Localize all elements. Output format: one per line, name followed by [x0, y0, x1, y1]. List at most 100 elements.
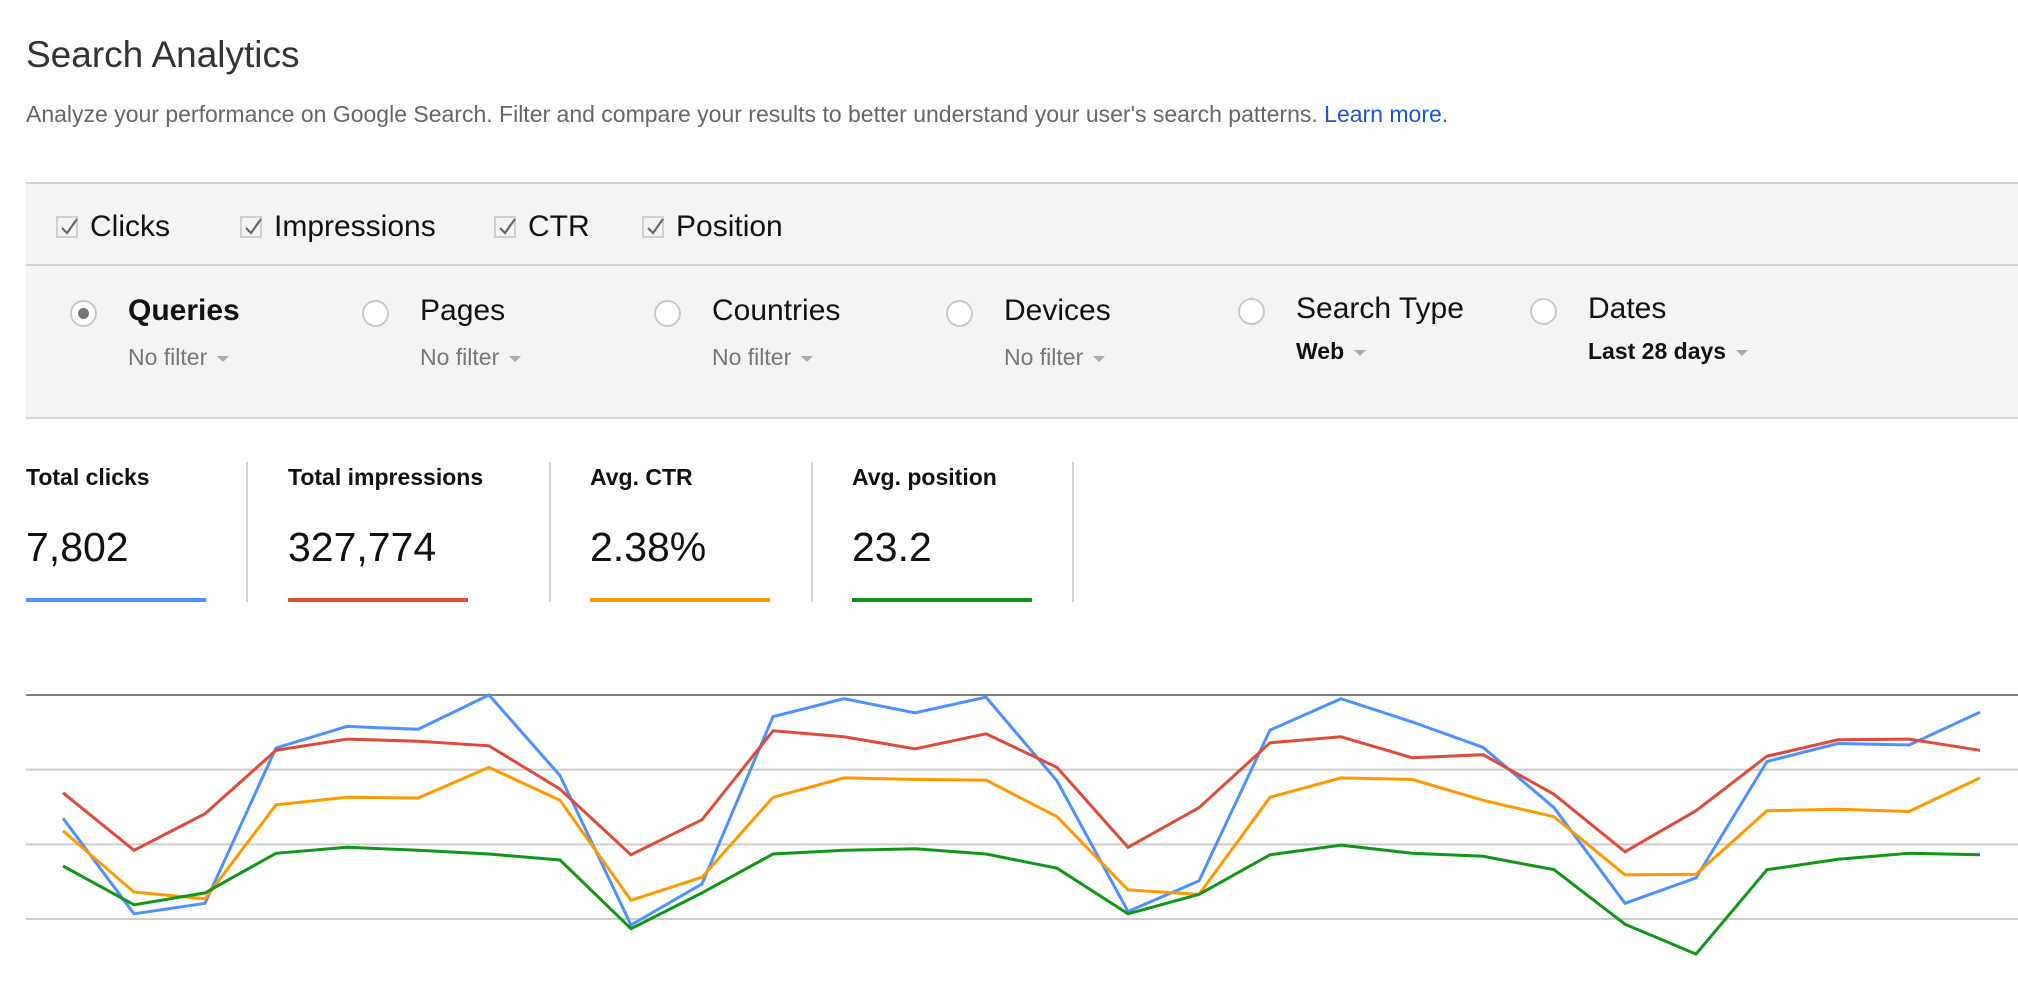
data-point-clicks[interactable] [1619, 897, 1631, 909]
filter-dropdown[interactable]: No filter [712, 344, 814, 371]
data-point-ctr[interactable] [1406, 773, 1418, 785]
data-point-position[interactable] [1974, 849, 1986, 861]
data-point-impressions[interactable] [199, 808, 211, 820]
data-point-impressions[interactable] [909, 743, 921, 755]
summary-total-impressions[interactable]: Total impressions 327,774 [288, 460, 483, 603]
data-point-clicks[interactable] [1264, 724, 1276, 736]
data-point-position[interactable] [1406, 847, 1418, 859]
dimension-label[interactable]: Dates [1588, 292, 1666, 326]
data-point-ctr[interactable] [625, 894, 637, 906]
data-point-impressions[interactable] [128, 844, 140, 856]
data-point-position[interactable] [1832, 853, 1844, 865]
filter-dropdown[interactable]: No filter [1004, 344, 1106, 371]
radio-icon[interactable] [1530, 298, 1557, 325]
data-point-position[interactable] [199, 887, 211, 899]
data-point-impressions[interactable] [412, 735, 424, 747]
data-point-ctr[interactable] [980, 774, 992, 786]
data-point-clicks[interactable] [412, 723, 424, 735]
data-point-ctr[interactable] [1903, 806, 1915, 818]
dimension-label[interactable]: Search Type [1296, 292, 1464, 326]
checkbox-checked-icon[interactable] [240, 216, 262, 238]
data-point-ctr[interactable] [1335, 772, 1347, 784]
data-point-ctr[interactable] [838, 772, 850, 784]
data-point-position[interactable] [838, 844, 850, 856]
radio-icon[interactable] [654, 300, 681, 327]
data-point-impressions[interactable] [1761, 750, 1773, 762]
data-point-position[interactable] [412, 844, 424, 856]
data-point-clicks[interactable] [1051, 775, 1063, 787]
data-point-impressions[interactable] [341, 733, 353, 745]
data-point-impressions[interactable] [1406, 752, 1418, 764]
checkbox-checked-icon[interactable] [642, 216, 664, 238]
data-point-position[interactable] [1335, 839, 1347, 851]
data-point-ctr[interactable] [412, 792, 424, 804]
data-point-ctr[interactable] [128, 886, 140, 898]
series-line-position[interactable] [62, 843, 1981, 956]
data-point-position[interactable] [1761, 864, 1773, 876]
data-point-clicks[interactable] [483, 689, 495, 701]
data-point-clicks[interactable] [980, 691, 992, 703]
data-point-impressions[interactable] [1264, 737, 1276, 749]
radio-icon[interactable] [1238, 298, 1265, 325]
data-point-impressions[interactable] [1690, 805, 1702, 817]
data-point-position[interactable] [1193, 888, 1205, 900]
data-point-impressions[interactable] [1903, 733, 1915, 745]
data-point-position[interactable] [1903, 847, 1915, 859]
dimension-label[interactable]: Pages [420, 294, 505, 328]
checkbox-checked-icon[interactable] [494, 216, 516, 238]
data-point-impressions[interactable] [1335, 731, 1347, 743]
data-point-ctr[interactable] [1974, 772, 1986, 784]
data-point-clicks[interactable] [1193, 875, 1205, 887]
data-point-position[interactable] [1051, 862, 1063, 874]
dimension-label[interactable]: Queries [128, 294, 240, 328]
summary-avg-ctr[interactable]: Avg. CTR 2.38% [590, 460, 770, 603]
data-point-position[interactable] [625, 923, 637, 935]
data-point-impressions[interactable] [1619, 846, 1631, 858]
data-point-impressions[interactable] [57, 787, 69, 799]
learn-more-link[interactable]: Learn more. [1324, 101, 1448, 127]
radio-icon[interactable] [362, 300, 389, 327]
data-point-ctr[interactable] [1051, 811, 1063, 823]
data-point-ctr[interactable] [1832, 803, 1844, 815]
radio-icon[interactable] [946, 300, 973, 327]
data-point-ctr[interactable] [57, 825, 69, 837]
toggle-ctr[interactable]: CTR [494, 210, 590, 244]
data-point-clicks[interactable] [1406, 716, 1418, 728]
data-point-position[interactable] [57, 860, 69, 872]
data-point-position[interactable] [1477, 850, 1489, 862]
data-point-impressions[interactable] [1548, 788, 1560, 800]
data-point-ctr[interactable] [1122, 884, 1134, 896]
data-point-impressions[interactable] [838, 731, 850, 743]
checkbox-checked-icon[interactable] [56, 216, 78, 238]
data-point-position[interactable] [483, 848, 495, 860]
data-point-ctr[interactable] [767, 791, 779, 803]
data-point-impressions[interactable] [980, 728, 992, 740]
data-point-position[interactable] [1690, 948, 1702, 960]
data-point-impressions[interactable] [1974, 744, 1986, 756]
data-point-position[interactable] [1548, 864, 1560, 876]
data-point-ctr[interactable] [1477, 794, 1489, 806]
data-point-ctr[interactable] [1761, 805, 1773, 817]
data-point-impressions[interactable] [767, 725, 779, 737]
data-point-ctr[interactable] [1690, 868, 1702, 880]
data-point-impressions[interactable] [554, 783, 566, 795]
data-point-clicks[interactable] [1335, 693, 1347, 705]
filter-dropdown[interactable]: Last 28 days [1588, 338, 1749, 365]
data-point-position[interactable] [1264, 849, 1276, 861]
filter-dropdown[interactable]: Web [1296, 338, 1367, 365]
data-point-clicks[interactable] [909, 707, 921, 719]
data-point-position[interactable] [1619, 918, 1631, 930]
data-point-position[interactable] [1122, 908, 1134, 920]
data-point-position[interactable] [270, 847, 282, 859]
data-point-clicks[interactable] [341, 720, 353, 732]
data-point-ctr[interactable] [483, 761, 495, 773]
data-point-impressions[interactable] [1122, 841, 1134, 853]
toggle-position[interactable]: Position [642, 210, 783, 244]
data-point-clicks[interactable] [1974, 706, 1986, 718]
filter-dropdown[interactable]: No filter [420, 344, 522, 371]
dimension-label[interactable]: Devices [1004, 294, 1111, 328]
data-point-impressions[interactable] [270, 744, 282, 756]
data-point-clicks[interactable] [767, 711, 779, 723]
summary-total-clicks[interactable]: Total clicks 7,802 [26, 460, 206, 603]
data-point-impressions[interactable] [483, 740, 495, 752]
